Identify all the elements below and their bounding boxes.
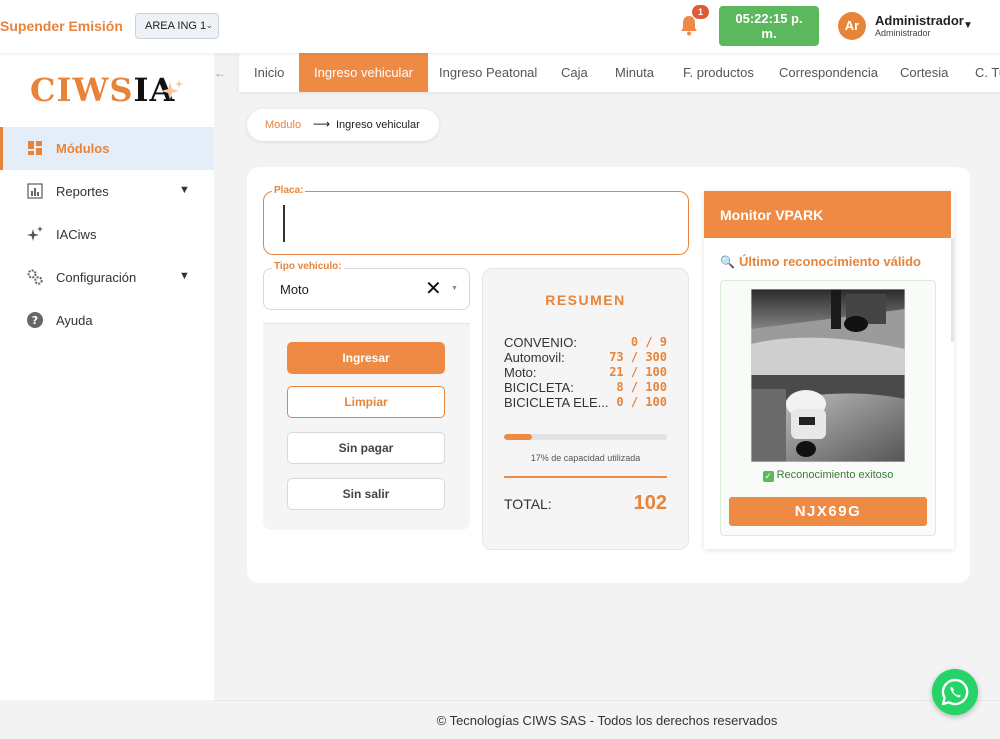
logo: CIWSIA [30,71,175,109]
notification-badge: 1 [692,5,709,19]
tab-cortesia[interactable]: Cortesia [885,53,963,92]
caret-down-icon: ▼ [179,184,190,196]
sidebar-item-iaciws[interactable]: IACiws [0,213,214,256]
collapse-sidebar-icon[interactable]: ← [214,66,226,80]
resumen-row-label: BICICLETA ELE... [504,395,609,410]
tab-ingreso-vehicular[interactable]: Ingreso vehicular [299,53,428,92]
arrow-right-icon: ⟶ [313,117,331,131]
tipo-vehiculo-value: Moto [280,282,309,297]
sidebar-item-ayuda[interactable]: ? Ayuda [0,299,214,342]
gears-icon [27,269,43,285]
resumen-row: Automovil: 73 / 300 [504,350,667,365]
placa-input[interactable] [263,191,689,255]
sin-salir-button[interactable]: Sin salir [287,478,445,510]
tab-inicio[interactable]: Inicio [239,53,299,92]
user-menu-caret-icon[interactable]: ▼ [963,20,973,31]
sin-pagar-button[interactable]: Sin pagar [287,432,445,464]
resumen-row-value: 0 / 100 [616,395,667,409]
sidebar-item-label: IACiws [56,227,97,242]
placa-label: Placa: [272,185,306,196]
tab-f-productos[interactable]: F. productos [668,53,769,92]
module-tabs: Inicio Ingreso vehicular Ingreso Peatona… [239,53,1000,92]
recognition-status-text: Reconocimiento exitoso [776,469,894,481]
capacity-progress-fill [504,434,532,440]
bar-chart-icon [27,183,43,199]
ingresar-button[interactable]: Ingresar [287,342,445,374]
avatar[interactable]: Ar [838,12,866,40]
tab-correspondencia[interactable]: Correspondencia [764,53,893,92]
sidebar-item-label: Módulos [56,141,110,156]
resumen-row: Moto: 21 / 100 [504,365,667,380]
sidebar-item-label: Configuración [56,270,137,285]
capacity-text: 17% de capacidad utilizada [530,453,641,463]
whatsapp-icon[interactable] [932,669,978,715]
grid-icon [28,141,42,155]
total-label: TOTAL: [504,496,552,512]
sidebar: CIWSIA Módulos Reportes ▼ IACiws Configu… [0,53,214,700]
user-name[interactable]: Administrador [875,13,964,28]
caret-down-icon[interactable]: ▼ [451,285,458,292]
resumen-title: RESUMEN [545,292,626,308]
capacity-progress-bar [504,434,667,440]
clock-time: 05:22:15 p. [735,11,803,26]
total-value: 102 [633,492,667,514]
divider [504,476,667,478]
text-cursor [283,205,285,242]
logo-ciws: CIWS [30,71,134,109]
resumen-row-value: 73 / 300 [609,350,667,364]
camera-snapshot[interactable] [751,289,905,462]
breadcrumb-current: Ingreso vehicular [336,119,420,131]
sidebar-item-configuracion[interactable]: Configuración ▼ [0,256,214,299]
top-bar: Supender Emisión AREA ING 1 ⌄ 1 05:22:15… [0,0,1000,53]
resumen-row-value: 8 / 100 [616,380,667,394]
resumen-row-label: CONVENIO: [504,335,577,350]
suspend-emission-link[interactable]: Supender Emisión [0,18,123,34]
clear-selection-icon[interactable]: ✕ [425,276,442,301]
tab-c-tu[interactable]: C. Tu [960,53,1000,92]
sparkle-icon [27,226,43,241]
tab-minuta[interactable]: Minuta [600,53,669,92]
tab-caja[interactable]: Caja [546,53,603,92]
breadcrumb: Modulo ⟶ Ingreso vehicular [247,109,439,141]
user-role: Administrador [875,28,931,38]
footer: © Tecnologías CIWS SAS - Todos los derec… [214,700,1000,739]
sidebar-item-modulos[interactable]: Módulos [0,127,214,170]
resumen-row: BICICLETA ELE... 0 / 100 [504,395,667,410]
monitor-title: Monitor VPARK [704,191,951,238]
sidebar-item-label: Reportes [56,184,109,199]
tab-ingreso-peatonal[interactable]: Ingreso Peatonal [424,53,552,92]
sidebar-item-reportes[interactable]: Reportes ▼ [0,170,214,213]
clock-meridiem: m. [761,26,777,41]
recognition-status: ✓ Reconocimiento exitoso [720,469,936,482]
resumen-row-label: Moto: [504,365,537,380]
breadcrumb-module-link[interactable]: Modulo [265,119,301,131]
last-recognition-label: Último reconocimiento válido [738,254,921,269]
check-icon: ✓ [762,471,774,482]
resumen-row-label: Automovil: [504,350,565,365]
limpiar-button[interactable]: Limpiar [287,386,445,418]
sparkle-logo-icon [161,80,183,100]
caret-down-icon: ▼ [179,270,190,282]
resumen-row: BICICLETA: 8 / 100 [504,380,667,395]
area-select-value: AREA ING 1 [145,20,207,32]
resumen-row: CONVENIO: 0 / 9 [504,335,667,350]
area-select[interactable]: AREA ING 1 ⌄ [135,13,219,39]
sidebar-item-label: Ayuda [56,313,93,328]
resumen-row-value: 21 / 100 [609,365,667,379]
clock-badge: 05:22:15 p. m. [719,6,819,46]
monitor-scrollbar[interactable] [951,238,954,342]
tipo-vehiculo-label: Tipo vehiculo: [272,261,344,272]
recognized-plate[interactable]: NJX69G [729,497,927,526]
help-icon: ? [27,312,43,328]
magnifier-icon: 🔍 [720,255,735,269]
last-recognition-heading: 🔍 Último reconocimiento válido [720,254,921,269]
resumen-row-value: 0 / 9 [630,335,667,349]
resumen-row-label: BICICLETA: [504,380,574,395]
chevron-down-icon: ⌄ [205,20,213,30]
svg-text:?: ? [32,314,38,327]
